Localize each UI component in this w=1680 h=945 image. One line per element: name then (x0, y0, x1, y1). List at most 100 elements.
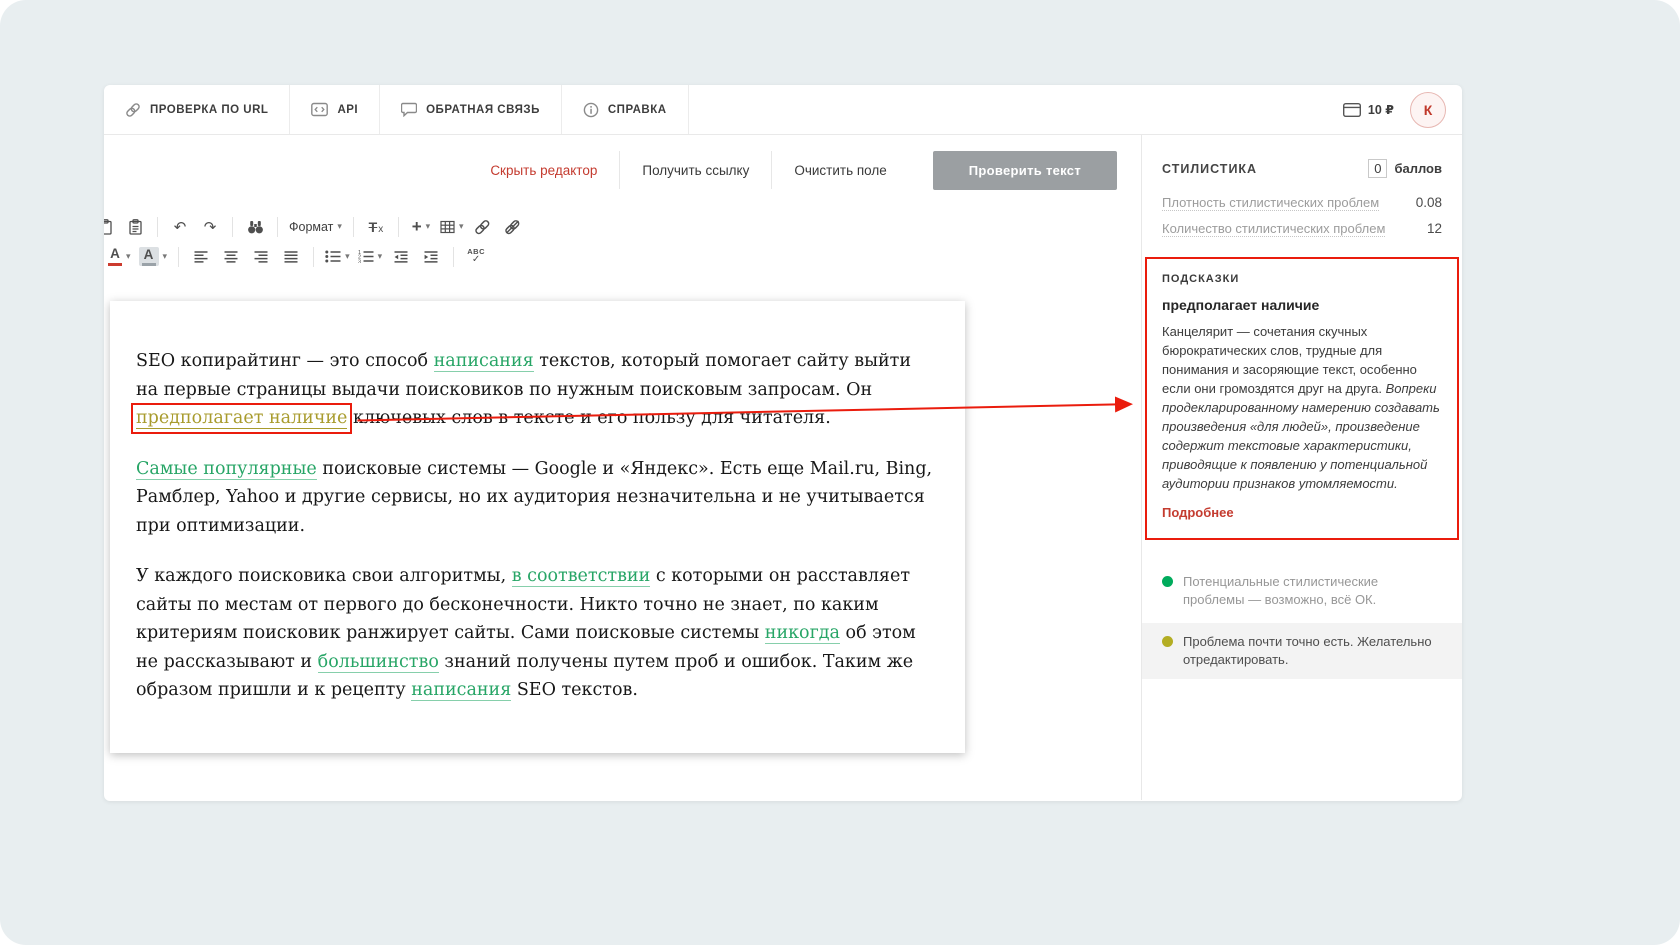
metric-label[interactable]: Плотность стилистических проблем (1162, 195, 1380, 211)
legend-item: Проблема почти точно есть. Желательно от… (1142, 623, 1462, 679)
issue-highlight-green[interactable]: написания (433, 351, 534, 372)
check-text-button[interactable]: Проверить текст (932, 150, 1117, 190)
chevron-down-icon: ▾ (126, 251, 131, 261)
undo-icon[interactable]: ↶ (165, 213, 195, 240)
find-replace-icon[interactable] (240, 213, 270, 240)
abc-check-glyph: ABC ✓ (467, 246, 485, 266)
bullet-list-dropdown[interactable]: ▾ (321, 243, 354, 270)
tab-api[interactable]: API (290, 85, 381, 134)
toolbar-divider (157, 216, 158, 237)
help-icon (583, 102, 599, 118)
text-run: ключевых слов в тексте и его пользу для … (347, 408, 831, 428)
avatar-initial: К (1423, 101, 1433, 118)
metric-label[interactable]: Количество стилистических проблем (1162, 221, 1386, 237)
align-justify-icon[interactable] (276, 243, 306, 270)
toolbar-divider (453, 246, 455, 267)
unlink-icon[interactable] (497, 213, 527, 240)
tab-label: ПРОВЕРКА ПО URL (150, 103, 269, 116)
metric-row: Количество стилистических проблем 12 (1142, 216, 1462, 242)
format-dropdown[interactable]: Формат ▾ (285, 213, 346, 240)
toolbar-divider (232, 216, 233, 237)
tab-url-check[interactable]: ПРОВЕРКА ПО URL (104, 85, 291, 134)
toolbar-row-2: A ▾ A ▾ ▾ 1 2 3 ▾ ABC ✓ (104, 243, 1141, 270)
tab-label: API (337, 103, 359, 116)
svg-text:3: 3 (358, 259, 361, 263)
indent-icon[interactable] (416, 243, 446, 270)
chevron-down-icon: ▾ (458, 221, 464, 231)
legend: Потенциальные стилистические проблемы — … (1142, 573, 1462, 679)
table-dropdown[interactable]: ▾ (436, 213, 468, 240)
hints-body: Канцелярит — сочетания скучных бюрократи… (1162, 322, 1442, 493)
topnav-right: 10 ₽ К (1342, 85, 1462, 134)
avatar[interactable]: К (1410, 91, 1446, 128)
toolbar-divider (277, 216, 278, 237)
issue-highlight-green[interactable]: большинство (317, 651, 439, 673)
legend-dot-icon (1162, 576, 1173, 587)
editor-toolbar: ↶ ↷ Формат ▾ T x + ▾ ▾ A ▾ A ▾ ▾ 1 2 3 ▾… (104, 205, 1141, 277)
toolbar-divider (178, 246, 180, 267)
legend-text: Потенциальные стилистические проблемы — … (1183, 574, 1379, 607)
undo-glyph: ↶ (173, 218, 187, 236)
align-right-icon[interactable] (246, 243, 276, 270)
get-link-button[interactable]: Получить ссылку (620, 163, 771, 178)
tab-feedback[interactable]: ОБРАТНАЯ СВЯЗЬ (380, 85, 562, 134)
issue-highlight-green[interactable]: Самые популярные (136, 458, 317, 480)
hide-editor-link[interactable]: Скрыть редактор (468, 163, 619, 178)
align-left-icon[interactable] (186, 243, 216, 270)
format-label: Формат (289, 219, 334, 234)
issue-highlight-yellow[interactable]: предполагает наличие (130, 403, 353, 434)
content-area: Скрыть редактор Получить ссылку Очистить… (104, 135, 1462, 800)
link-icon (125, 102, 141, 118)
more-link[interactable]: Подробнее (1162, 505, 1234, 520)
issue-highlight-green[interactable]: написания (411, 680, 512, 701)
highlight-color-dropdown[interactable]: A ▾ (135, 243, 172, 270)
api-icon (311, 102, 329, 117)
insert-dropdown[interactable]: + ▾ (406, 213, 436, 240)
toolbar-divider (397, 216, 399, 237)
align-center-icon[interactable] (216, 243, 246, 270)
chevron-down-icon: ▾ (162, 251, 168, 261)
spellcheck-icon[interactable]: ABC ✓ (461, 243, 491, 270)
paste-from-word-icon[interactable] (120, 213, 150, 240)
clear-format-x: x (378, 223, 384, 235)
hints-body-text: Канцелярит — сочетания скучных бюрократи… (1162, 324, 1417, 396)
chevron-down-icon: ▾ (345, 251, 350, 261)
text-run: SEO текстов. (511, 680, 638, 700)
action-row: Скрыть редактор Получить ссылку Очистить… (104, 135, 1141, 205)
score: 0 баллов (1368, 159, 1442, 178)
tab-label: ОБРАТНАЯ СВЯЗЬ (426, 103, 540, 116)
text-color-icon: A (108, 247, 122, 266)
remove-format-icon[interactable]: T x (361, 213, 391, 240)
balance-button[interactable]: 10 ₽ (1342, 102, 1394, 117)
clear-format-t: T (368, 218, 378, 235)
legend-text: Проблема почти точно есть. Желательно от… (1183, 634, 1432, 667)
text-color-dropdown[interactable]: A ▾ (104, 243, 135, 270)
outdent-icon[interactable] (386, 243, 416, 270)
numbered-list-dropdown[interactable]: 123 ▾ (354, 243, 387, 270)
top-navigation: ПРОВЕРКА ПО URL API ОБРАТНАЯ СВЯЗЬ СПРАВ… (104, 85, 1462, 135)
hints-body-italic: Вопреки продекларированному намерению со… (1162, 381, 1440, 491)
score-unit: баллов (1394, 161, 1442, 176)
sidebar-title: СТИЛИСТИКА (1162, 161, 1258, 176)
issue-highlight-green[interactable]: никогда (764, 623, 840, 644)
document-paragraph: У каждого поисковика свои алгоритмы, в с… (136, 562, 935, 705)
document-page[interactable]: SEO копирайтинг — это способ написания т… (110, 301, 965, 753)
highlight-color-icon: A (138, 246, 159, 267)
metric-value: 12 (1426, 221, 1442, 236)
document-paragraph: SEO копирайтинг — это способ написания т… (130, 347, 935, 434)
toolbar-divider (313, 246, 315, 267)
tab-help[interactable]: СПРАВКА (562, 85, 689, 134)
paste-plain-icon[interactable] (104, 213, 120, 240)
insert-link-icon[interactable] (467, 213, 497, 240)
redo-icon[interactable]: ↷ (195, 213, 225, 240)
hints-panel: ПОДСКАЗКИ предполагает наличие Канцеляри… (1145, 257, 1459, 540)
clear-field-button[interactable]: Очистить поле (772, 163, 908, 178)
legend-dot-icon (1162, 636, 1173, 647)
chevron-down-icon: ▾ (425, 221, 431, 231)
feedback-icon (401, 102, 418, 117)
issue-highlight-green[interactable]: в соответствии (511, 566, 651, 587)
editor-column: Скрыть редактор Получить ссылку Очистить… (104, 135, 1141, 800)
app-window: ПРОВЕРКА ПО URL API ОБРАТНАЯ СВЯЗЬ СПРАВ… (104, 85, 1462, 801)
metric-value: 0.08 (1415, 195, 1442, 210)
nav-tabs: ПРОВЕРКА ПО URL API ОБРАТНАЯ СВЯЗЬ СПРАВ… (104, 85, 689, 134)
